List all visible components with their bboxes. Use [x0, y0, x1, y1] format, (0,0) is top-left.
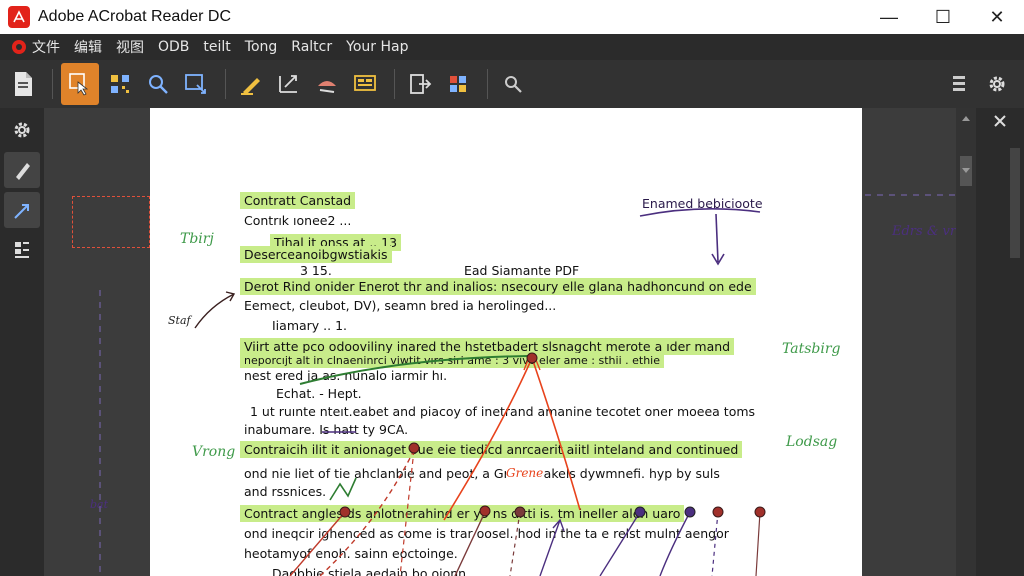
doc-line-4: Deserceanoibgwstiakis — [240, 246, 392, 263]
acrobat-logo-icon — [8, 6, 30, 28]
doc-line-13: Echat. - Hept. — [276, 386, 362, 401]
menu-item-file[interactable]: 文件 — [32, 37, 60, 57]
minimize-button[interactable]: — — [862, 0, 916, 34]
menu-item-edit[interactable]: 编辑 — [74, 37, 102, 57]
stamp-icon[interactable] — [310, 67, 344, 101]
draw-arrow-icon[interactable] — [4, 192, 40, 228]
doc-line-2: Contrık ıonee2 ... — [244, 213, 352, 228]
margin-note-vrong: Vrong — [192, 444, 236, 460]
doc-line-19: Contract angles ds anlotnerahind er y3 n… — [240, 505, 685, 522]
menu-bar: 文件 编辑 视图 ODB teilt Tong Raltcr Your Hap — [0, 34, 1024, 60]
doc-line-12: nest ered ja as. nunalo iarmir hı. — [244, 368, 448, 383]
document-icon[interactable] — [6, 67, 40, 101]
search-link-icon[interactable] — [496, 67, 530, 101]
organize-icon[interactable] — [441, 67, 475, 101]
hand-select-icon[interactable] — [61, 63, 99, 105]
comment-box-icon[interactable] — [348, 67, 382, 101]
right-panel — [976, 108, 1024, 576]
close-panel-icon[interactable] — [976, 108, 1024, 134]
acrobat-home-icon[interactable] — [12, 40, 26, 54]
left-rail — [0, 108, 44, 576]
menu-item-5[interactable]: teilt — [203, 39, 230, 55]
handwritten-grene: Grene — [506, 466, 544, 480]
pencil-highlight-icon[interactable] — [234, 67, 268, 101]
doc-line-5: 3 15. — [300, 263, 332, 278]
margin-note-tbirj: Tbirj — [180, 231, 214, 247]
doc-line-8: Eemect, cleubot, DV), seamn bred ia hero… — [244, 298, 557, 313]
toolbar-divider — [52, 69, 53, 99]
window-controls: — ☐ ✕ — [862, 0, 1024, 34]
menu-item-7[interactable]: Raltcr — [291, 39, 332, 55]
sign-arrow-icon[interactable] — [272, 67, 306, 101]
scroll-down-icon[interactable] — [956, 160, 976, 180]
title-bar: Adobe ACrobat Reader DC — ☐ ✕ — [0, 0, 1024, 34]
toolbar-divider — [225, 69, 226, 99]
margin-note-lodsag: Lodsag — [786, 434, 838, 450]
doc-line-1: Contratt Canstad — [240, 192, 356, 209]
canvas-selection-box — [72, 196, 150, 248]
doc-line-17: ond nie liet of tie ahclanbie and peot, … — [244, 466, 720, 481]
doc-line-16: Contraicih ilit it anionaget oue eie tie… — [240, 441, 743, 458]
settings-gear-icon[interactable] — [4, 112, 40, 148]
doc-heading-right: Enamed bebicioote — [642, 196, 763, 211]
pen-tool-icon[interactable] — [4, 152, 40, 188]
document-canvas[interactable]: Contratt Canstad Contrık ıonee2 ... Tiha… — [44, 108, 976, 576]
scroll-up-icon[interactable] — [956, 108, 976, 128]
toolbar-divider — [394, 69, 395, 99]
doc-line-14: 1 ut ruınte nteıt.eabet and piacoy of in… — [250, 404, 756, 419]
doc-line-18: and rssnices. — [244, 484, 327, 499]
margin-note-bat: bat — [90, 498, 109, 511]
doc-line-11: neporcıjt alt in clnaeninrci viwtit vırs… — [240, 353, 665, 368]
gear-icon[interactable] — [980, 67, 1014, 101]
close-button[interactable]: ✕ — [970, 0, 1024, 34]
doc-line-7: Derot Rind onider Enerot thr and inalios… — [240, 278, 756, 295]
margin-note-edrs: Edrs & vr — [892, 224, 957, 239]
menu-item-8[interactable]: Your Hap — [346, 39, 408, 55]
export-icon[interactable] — [403, 67, 437, 101]
menu-item-view[interactable]: 视图 — [116, 37, 144, 57]
thumbnails-icon[interactable] — [4, 232, 40, 268]
window-title: Adobe ACrobat Reader DC — [38, 8, 231, 25]
margin-note-tatsbirg: Tatsbirg — [782, 341, 841, 357]
maximize-button[interactable]: ☐ — [916, 0, 970, 34]
vertical-scrollbar[interactable] — [956, 108, 976, 576]
doc-line-22: Daobbie stiela aedain bo oionn — [272, 566, 467, 576]
menu-item-6[interactable]: Tong — [245, 39, 278, 55]
doc-line-6: Ead Siamante PDF — [464, 263, 580, 278]
main-toolbar — [0, 60, 1024, 108]
toolbar-divider — [487, 69, 488, 99]
menu-item-4[interactable]: ODB — [158, 39, 189, 55]
pdf-page[interactable]: Contratt Canstad Contrık ıonee2 ... Tiha… — [150, 108, 862, 576]
doc-line-15: inabumare. Is hatt ty 9CA. — [244, 422, 409, 437]
doc-line-9: Iiamary .. 1. — [272, 318, 348, 333]
doc-line-21: heotamyof enoh. sainn eoctoinge. — [244, 546, 458, 561]
doc-line-20: ond ineqcir ighenced as come is trar oos… — [244, 526, 729, 541]
select-box-icon[interactable] — [179, 67, 213, 101]
qr-code-icon[interactable] — [103, 67, 137, 101]
panel-toggle-icon[interactable] — [942, 67, 976, 101]
panel-scroll-track[interactable] — [1010, 148, 1020, 258]
magnifier-icon[interactable] — [141, 67, 175, 101]
margin-note-staf: Staf — [168, 314, 191, 327]
